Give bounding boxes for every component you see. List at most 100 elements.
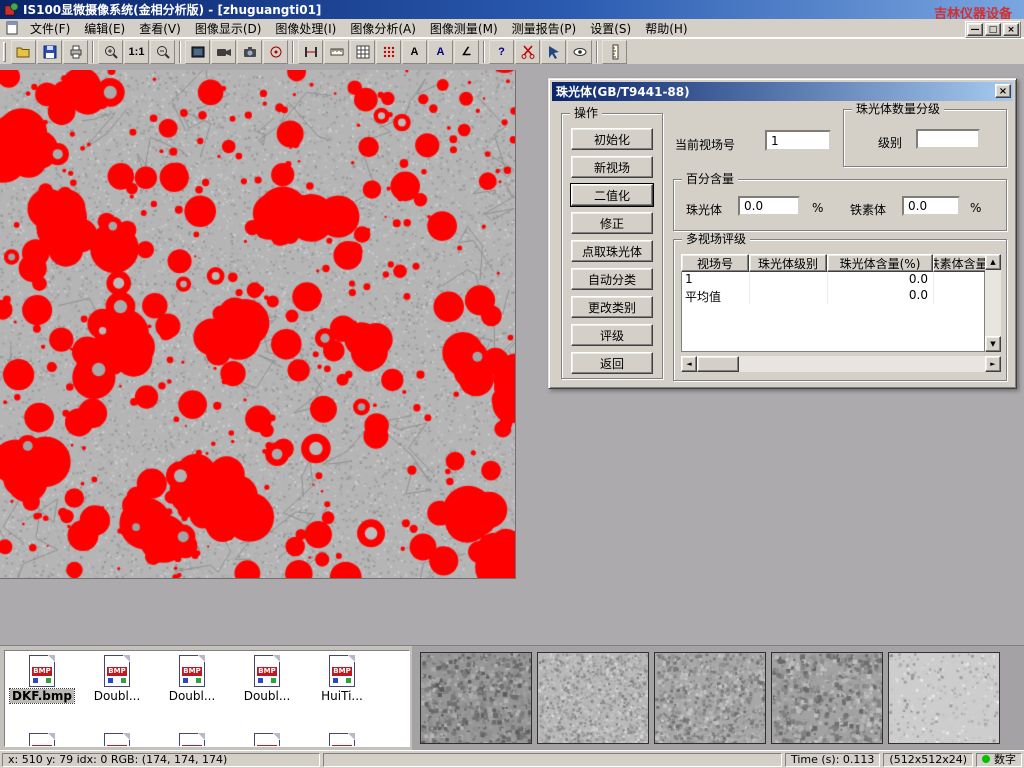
- save-button[interactable]: [37, 40, 62, 64]
- thumbnail[interactable]: [654, 652, 766, 744]
- vertical-ruler-button[interactable]: [602, 40, 627, 64]
- table-hscrollbar[interactable]: ◄ ►: [681, 356, 1001, 372]
- help-button[interactable]: ?: [489, 40, 514, 64]
- thumbnail[interactable]: [888, 652, 1000, 744]
- table-header: 视场号 珠光体级别 珠光体含量(%) 铁素体含量(%): [681, 254, 985, 272]
- titlebar: IS100显微摄像系统(金相分析版) - [zhuguangti01] 吉林仪器…: [0, 0, 1024, 19]
- op-grade-button[interactable]: 评级: [571, 324, 653, 346]
- video-capture-button[interactable]: [211, 40, 236, 64]
- file-item[interactable]: BMP: [84, 733, 150, 747]
- menu-view[interactable]: 查看(V): [132, 18, 188, 39]
- table-row[interactable]: 1 0.0: [682, 272, 984, 288]
- point-count-button[interactable]: [376, 40, 401, 64]
- col-pearlite-level[interactable]: 珠光体级别: [749, 254, 827, 272]
- op-pick-pearlite-button[interactable]: 点取珠光体: [571, 240, 653, 262]
- table-row[interactable]: 平均值 0.0: [682, 288, 984, 304]
- thumbnail[interactable]: [537, 652, 649, 744]
- child-system-icon[interactable]: [4, 20, 20, 36]
- target-icon: [268, 44, 284, 60]
- scroll-right-button[interactable]: ►: [985, 356, 1001, 372]
- bmp-file-icon: BMP: [29, 655, 55, 687]
- op-auto-classify-button[interactable]: 自动分类: [571, 268, 653, 290]
- scroll-down-button[interactable]: ▼: [985, 336, 1001, 352]
- toolbar: 1:1 A A ∠ ?: [0, 38, 1024, 64]
- file-item[interactable]: BMP DKF.bmp: [9, 655, 75, 703]
- current-field-input[interactable]: [765, 130, 831, 151]
- file-item[interactable]: BMP Doubl...: [159, 655, 225, 703]
- pearlite-percent-input[interactable]: [738, 196, 800, 216]
- dialog-close-button[interactable]: ×: [995, 84, 1011, 98]
- menu-image-measure[interactable]: 图像测量(M): [423, 18, 505, 39]
- mdi-minimize-button[interactable]: —: [967, 23, 983, 36]
- mdi-restore-button[interactable]: □: [985, 23, 1001, 36]
- level-input[interactable]: [916, 129, 980, 149]
- menu-help[interactable]: 帮助(H): [638, 18, 694, 39]
- menu-settings[interactable]: 设置(S): [583, 18, 638, 39]
- video-camera-icon: [216, 44, 232, 60]
- menu-image-process[interactable]: 图像处理(I): [268, 18, 343, 39]
- op-return-button[interactable]: 返回: [571, 352, 653, 374]
- menu-image-display[interactable]: 图像显示(D): [188, 18, 269, 39]
- camera-capture-button[interactable]: [237, 40, 262, 64]
- pointer-tool-button[interactable]: [541, 40, 566, 64]
- grid-icon: [355, 44, 371, 60]
- print-button[interactable]: [63, 40, 88, 64]
- reticle-button[interactable]: [263, 40, 288, 64]
- zoom-in-button[interactable]: [98, 40, 123, 64]
- scroll-left-button[interactable]: ◄: [681, 356, 697, 372]
- table-vscrollbar[interactable]: ▲ ▼: [985, 254, 1001, 352]
- bmp-badge: BMP: [182, 667, 202, 676]
- file-item[interactable]: BMP Doubl...: [84, 655, 150, 703]
- menu-measure-report[interactable]: 测量报告(P): [505, 18, 584, 39]
- status-spacer: [323, 753, 782, 767]
- hscroll-thumb[interactable]: [697, 356, 739, 372]
- angle-icon: ∠: [462, 45, 472, 58]
- thumbnail[interactable]: [771, 652, 883, 744]
- op-correct-button[interactable]: 修正: [571, 212, 653, 234]
- menu-file[interactable]: 文件(F): [23, 18, 77, 39]
- vertical-ruler-icon: [607, 44, 623, 60]
- col-field-no[interactable]: 视场号: [681, 254, 749, 272]
- angle-measure-button[interactable]: ∠: [454, 40, 479, 64]
- bmp-badge: BMP: [257, 667, 277, 676]
- dialog-titlebar[interactable]: 珠光体(GB/T9441-88) ×: [552, 82, 1013, 101]
- scissors-icon: [520, 44, 536, 60]
- file-item[interactable]: BMP HuiTi...: [309, 655, 375, 703]
- open-button[interactable]: [11, 40, 36, 64]
- file-item[interactable]: BMP: [309, 733, 375, 747]
- toolbar-grip[interactable]: [3, 42, 6, 62]
- scale-ruler-button[interactable]: [324, 40, 349, 64]
- mdi-close-button[interactable]: ×: [1003, 23, 1019, 36]
- col-pearlite-content[interactable]: 珠光体含量(%): [827, 254, 933, 272]
- op-initialize-button[interactable]: 初始化: [571, 128, 653, 150]
- zoom-out-button[interactable]: [150, 40, 175, 64]
- file-item[interactable]: BMP: [159, 733, 225, 747]
- bmp-file-icon: BMP: [329, 733, 355, 747]
- scroll-up-button[interactable]: ▲: [985, 254, 1001, 270]
- ferrite-percent-input[interactable]: [902, 196, 960, 216]
- cut-button[interactable]: [515, 40, 540, 64]
- col-ferrite-content[interactable]: 铁素体含量(%): [933, 254, 985, 272]
- actual-size-button[interactable]: 1:1: [124, 40, 149, 64]
- label-tool-button[interactable]: A: [428, 40, 453, 64]
- grid-measure-button[interactable]: [350, 40, 375, 64]
- micrograph-canvas[interactable]: [0, 70, 516, 579]
- file-item[interactable]: BMP: [9, 733, 75, 747]
- menu-image-analysis[interactable]: 图像分析(A): [343, 18, 423, 39]
- thumbnail[interactable]: [420, 652, 532, 744]
- file-item[interactable]: BMP: [234, 733, 300, 747]
- printer-icon: [68, 44, 84, 60]
- op-binarize-button[interactable]: 二值化: [571, 184, 653, 206]
- ferrite-label: 铁素体: [850, 201, 886, 218]
- image-window-button[interactable]: [185, 40, 210, 64]
- bmp-badge: BMP: [32, 667, 52, 676]
- op-new-field-button[interactable]: 新视场: [571, 156, 653, 178]
- bmp-badge: BMP: [107, 745, 127, 747]
- text-annotation-button[interactable]: A: [402, 40, 427, 64]
- caliper-button[interactable]: [298, 40, 323, 64]
- bmp-file-icon: BMP: [329, 655, 355, 687]
- op-change-class-button[interactable]: 更改类别: [571, 296, 653, 318]
- preview-button[interactable]: [567, 40, 592, 64]
- file-item[interactable]: BMP Doubl...: [234, 655, 300, 703]
- menu-edit[interactable]: 编辑(E): [77, 18, 132, 39]
